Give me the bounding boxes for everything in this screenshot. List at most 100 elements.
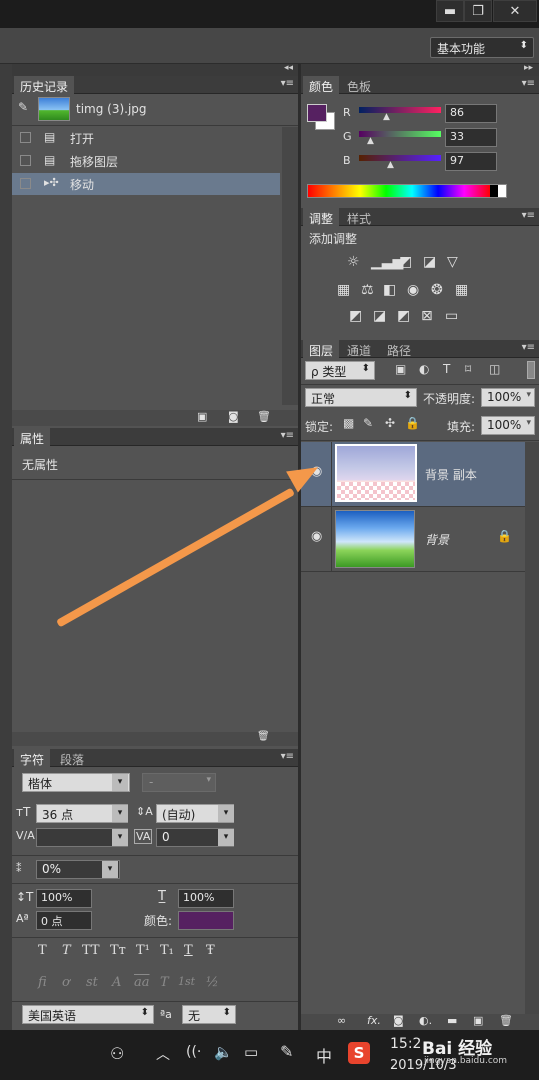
titling-button[interactable]: T — [160, 975, 169, 990]
slider-thumb-icon[interactable]: ▲ — [383, 112, 390, 122]
vertical-scale-input[interactable]: 100% — [36, 889, 92, 908]
tab-paths[interactable]: 路径 — [381, 340, 417, 358]
faux-italic-button[interactable]: T — [62, 943, 71, 958]
blue-input[interactable]: 97 — [445, 152, 497, 171]
camera-icon[interactable]: ◙ — [228, 410, 239, 423]
curves-icon[interactable]: ◩ — [399, 254, 412, 270]
gradient-map-icon[interactable]: ▭ — [445, 308, 458, 324]
swash-button[interactable]: A — [112, 975, 121, 990]
lock-all-icon[interactable]: 🔒 — [405, 416, 420, 430]
slider-thumb-icon[interactable]: ▲ — [367, 136, 374, 146]
chevron-down-icon[interactable]: ▾ — [218, 829, 234, 846]
volume-icon[interactable]: 🔈 — [214, 1043, 233, 1061]
threshold-icon[interactable]: ◩ — [397, 308, 410, 324]
brush-source-icon[interactable]: ✎ — [18, 100, 32, 114]
channel-mixer-icon[interactable]: ❂ — [431, 282, 443, 298]
ligatures-button[interactable]: fi — [38, 975, 47, 990]
blend-mode-select[interactable]: 正常 ⬍ — [305, 388, 417, 407]
minimize-button[interactable]: ▬ — [436, 0, 464, 22]
tab-adjustments[interactable]: 调整 — [303, 208, 340, 226]
mask-icon[interactable]: ◙ — [393, 1014, 404, 1027]
tab-paragraph[interactable]: 段落 — [54, 749, 90, 767]
panel-menu-icon[interactable]: ▾≡ — [281, 430, 294, 441]
underline-button[interactable]: T — [184, 943, 193, 958]
pixel-filter-icon[interactable]: ▣ — [395, 362, 406, 376]
battery-icon[interactable]: ▭ — [244, 1043, 258, 1061]
tab-history[interactable]: 历史记录 — [14, 76, 75, 94]
antialias-select[interactable]: 无 ⬍ — [182, 1005, 236, 1024]
stylistic-alternates-button[interactable]: st — [86, 975, 98, 990]
posterize-icon[interactable]: ◪ — [373, 308, 386, 324]
blue-slider[interactable] — [359, 155, 441, 161]
fill-select[interactable]: 100% ▾ — [481, 416, 535, 435]
chevron-down-icon[interactable]: ▾ — [218, 805, 234, 822]
small-caps-button[interactable]: Tт — [110, 943, 126, 958]
green-input[interactable]: 33 — [445, 128, 497, 147]
tab-color[interactable]: 颜色 — [303, 76, 340, 94]
history-state-selected[interactable]: ▸✣ 移动 — [12, 173, 280, 195]
filter-toggle[interactable] — [527, 361, 535, 379]
ime-indicator[interactable]: 中 — [316, 1043, 332, 1067]
tab-swatches[interactable]: 色板 — [341, 76, 377, 94]
color-balance-icon[interactable]: ⚖ — [361, 282, 374, 298]
lock-transparency-icon[interactable]: ▩ — [343, 416, 354, 430]
trash-icon[interactable]: 🗑 — [499, 1014, 513, 1027]
panel-menu-icon[interactable]: ▾≡ — [522, 210, 535, 221]
tab-character[interactable]: 字符 — [14, 749, 51, 767]
layers-scrollbar[interactable] — [525, 442, 539, 1014]
text-color-swatch[interactable] — [178, 911, 234, 930]
snapshot-label[interactable]: timg (3).jpg — [76, 102, 147, 116]
panel-menu-icon[interactable]: ▾≡ — [281, 78, 294, 89]
close-button[interactable]: ✕ — [493, 0, 537, 22]
shape-filter-icon[interactable]: ⌑ — [465, 362, 471, 376]
panel-menu-icon[interactable]: ▾≡ — [522, 342, 535, 353]
adjustment-layer-icon[interactable]: ◐. — [419, 1014, 432, 1027]
checkbox[interactable] — [20, 155, 31, 166]
color-spectrum-bar[interactable] — [307, 184, 507, 198]
invert-icon[interactable]: ◩ — [349, 308, 362, 324]
layer-style-icon[interactable]: fx. — [367, 1014, 381, 1027]
adjustment-filter-icon[interactable]: ◐ — [419, 362, 429, 376]
chevron-down-icon[interactable]: ▾ — [112, 774, 128, 791]
tab-layers[interactable]: 图层 — [303, 340, 340, 358]
ordinals-button[interactable]: 1st — [178, 975, 195, 988]
superscript-button[interactable]: T¹ — [136, 943, 150, 958]
expand-icon[interactable]: ▸▸ — [524, 63, 533, 73]
exposure-icon[interactable]: ◪ — [423, 254, 436, 270]
foreground-color-swatch[interactable] — [307, 104, 327, 122]
layer-name[interactable]: 背景 副本 — [425, 466, 477, 483]
subscript-button[interactable]: T₁ — [160, 943, 174, 958]
strikethrough-button[interactable]: Ŧ — [206, 943, 215, 958]
history-scrollbar[interactable] — [282, 127, 298, 405]
font-style-select[interactable]: - ▾ — [142, 773, 216, 792]
checkbox[interactable] — [20, 132, 31, 143]
baseline-shift-input[interactable]: 0 点 — [36, 911, 92, 930]
chevron-up-icon[interactable]: ︿ — [156, 1044, 170, 1064]
tab-styles[interactable]: 样式 — [341, 208, 377, 226]
panel-menu-icon[interactable]: ▾≡ — [281, 751, 294, 762]
tab-channels[interactable]: 通道 — [341, 340, 377, 358]
lock-pixels-icon[interactable]: ✎ — [363, 416, 373, 430]
people-icon[interactable]: ⚇ — [110, 1044, 124, 1063]
visibility-eye-icon[interactable]: ◉ — [311, 529, 322, 544]
group-icon[interactable]: ▬ — [447, 1014, 457, 1027]
history-state[interactable]: ▤ 拖移图层 — [12, 150, 280, 172]
titling-alternates-button[interactable]: aa — [134, 975, 150, 990]
workspace-select[interactable]: 基本功能 ⬍ — [430, 37, 534, 58]
layer-row[interactable]: ◉ 背景 🔒 — [301, 507, 525, 571]
faux-bold-button[interactable]: T — [38, 943, 47, 958]
fractions-button[interactable]: ½ — [206, 975, 219, 990]
link-layers-icon[interactable]: ∞ — [337, 1014, 346, 1027]
slider-thumb-icon[interactable]: ▲ — [387, 160, 394, 170]
vibrance-icon[interactable]: ▽ — [447, 254, 458, 270]
chevron-down-icon[interactable]: ▾ — [112, 805, 128, 822]
collapse-icon[interactable]: ◂◂ — [284, 63, 293, 73]
red-input[interactable]: 86 — [445, 104, 497, 123]
discretionary-ligatures-button[interactable]: ơ — [62, 975, 70, 990]
horizontal-scale-input[interactable]: 100% — [178, 889, 234, 908]
type-filter-icon[interactable]: T — [443, 362, 450, 376]
hue-saturation-icon[interactable]: ▦ — [337, 282, 350, 298]
all-caps-button[interactable]: TT — [82, 943, 100, 958]
new-document-icon[interactable]: ▣ — [197, 410, 207, 423]
brightness-icon[interactable]: ☼ — [347, 254, 360, 270]
